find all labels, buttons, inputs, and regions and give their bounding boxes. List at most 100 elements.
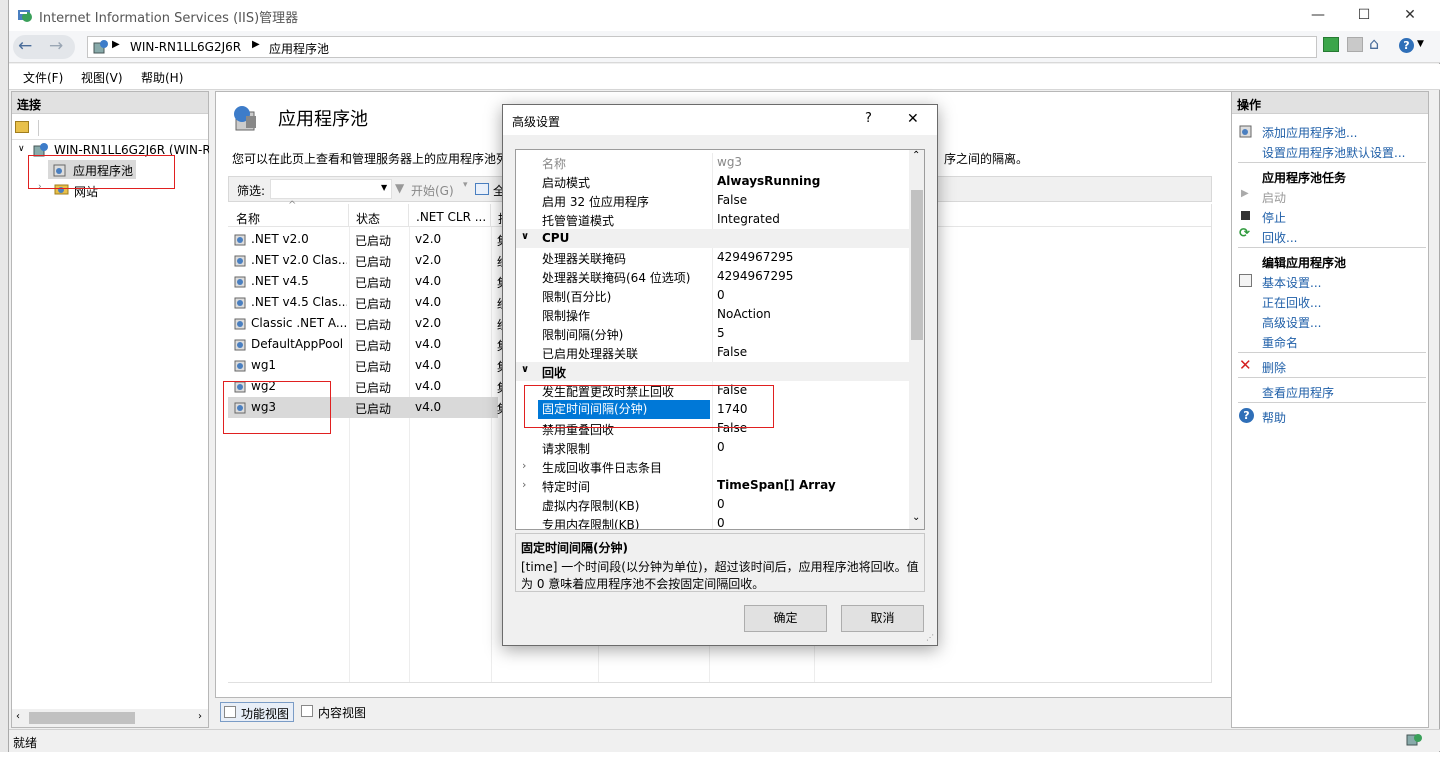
table-row[interactable]: Classic .NET A...已启动v2.0经: [228, 313, 509, 334]
description-line-2: 为 0 意味着应用程序池不会按固定间隔回收。: [521, 577, 765, 591]
ok-button[interactable]: 确定: [744, 605, 827, 632]
scroll-up-icon[interactable]: ⌃: [912, 150, 920, 161]
property-row[interactable]: 名称 wg3: [516, 153, 910, 172]
rename-link[interactable]: 重命名: [1262, 334, 1298, 351]
property-row[interactable]: 专用内存限制(KB) 0: [516, 514, 910, 530]
filter-input[interactable]: ▼: [270, 179, 392, 199]
property-row[interactable]: 请求限制 0: [516, 438, 910, 457]
property-row[interactable]: 虚拟内存限制(KB) 0: [516, 495, 910, 514]
table-row[interactable]: DefaultAppPool已启动v4.0集: [228, 334, 509, 355]
column-name[interactable]: 名称: [236, 210, 260, 227]
cancel-button[interactable]: 取消: [841, 605, 924, 632]
menu-view[interactable]: 视图(V): [81, 69, 123, 86]
delete-link[interactable]: 删除: [1262, 359, 1286, 376]
property-value: TimeSpan[] Array: [717, 478, 836, 492]
breadcrumb-server[interactable]: WIN-RN1LL6G2J6R: [130, 40, 241, 54]
table-row[interactable]: .NET v4.5已启动v4.0集: [228, 271, 509, 292]
pool-name: .NET v2.0 Clas...: [251, 253, 347, 267]
menu-file[interactable]: 文件(F): [23, 69, 63, 86]
property-row[interactable]: 启用 32 位应用程序 False: [516, 191, 910, 210]
menu-help[interactable]: 帮助(H): [141, 69, 183, 86]
property-row[interactable]: › 生成回收事件日志条目: [516, 457, 910, 476]
show-all-icon[interactable]: [475, 183, 489, 195]
recycle-link[interactable]: 回收...: [1262, 229, 1297, 246]
property-row[interactable]: 限制(百分比) 0: [516, 286, 910, 305]
minimize-button[interactable]: —: [1295, 0, 1341, 31]
stop-link[interactable]: 停止: [1262, 209, 1286, 226]
chevron-down-icon[interactable]: ▼: [1417, 39, 1424, 49]
pool-clr: v2.0: [415, 253, 442, 267]
help-link[interactable]: 帮助: [1262, 409, 1286, 426]
property-category[interactable]: ∨ CPU: [516, 229, 910, 248]
scroll-thumb[interactable]: [29, 712, 135, 724]
connect-icon[interactable]: [15, 121, 29, 133]
maximize-button[interactable]: ☐: [1341, 0, 1387, 31]
connections-header: 连接: [12, 92, 208, 114]
advanced-settings-link[interactable]: 高级设置...: [1262, 314, 1321, 331]
property-value: 0: [717, 497, 725, 511]
stop-icon[interactable]: [1347, 37, 1363, 52]
pool-name: .NET v2.0: [251, 232, 309, 246]
tab-content-label: 内容视图: [318, 706, 367, 720]
breadcrumb[interactable]: ▶ WIN-RN1LL6G2J6R ▶ 应用程序池: [87, 36, 1317, 58]
app-pool-icon: [234, 318, 246, 330]
recycling-link[interactable]: 正在回收...: [1262, 294, 1321, 311]
property-row[interactable]: 处理器关联掩码(64 位选项) 4294967295: [516, 267, 910, 286]
property-row[interactable]: 已启用处理器关联 False: [516, 343, 910, 362]
dialog-close-button[interactable]: ✕: [907, 111, 919, 127]
help-icon[interactable]: ?: [1399, 38, 1414, 53]
table-row[interactable]: wg1已启动v4.0集: [228, 355, 509, 376]
property-row[interactable]: 限制间隔(分钟) 5: [516, 324, 910, 343]
dialog-help-button[interactable]: ?: [865, 111, 872, 126]
table-row[interactable]: .NET v2.0已启动v2.0集: [228, 229, 509, 250]
table-row[interactable]: .NET v4.5 Clas...已启动v4.0经: [228, 292, 509, 313]
pool-clr: v4.0: [415, 274, 442, 288]
tab-content-view[interactable]: 内容视图: [298, 702, 372, 722]
property-category[interactable]: ∨ 回收: [516, 362, 910, 381]
toolbar-divider: [38, 120, 39, 136]
chevron-down-icon[interactable]: ▾: [463, 180, 468, 190]
chevron-down-icon[interactable]: ▼: [381, 183, 387, 192]
forward-arrow-icon[interactable]: →: [49, 36, 63, 56]
refresh-icon[interactable]: [1323, 37, 1339, 52]
set-defaults-link[interactable]: 设置应用程序池默认设置...: [1262, 144, 1405, 161]
resize-grip-icon[interactable]: ⋰: [926, 633, 934, 642]
status-bar: 就绪: [9, 729, 1440, 751]
chevron-down-icon[interactable]: ∨: [521, 231, 529, 242]
chevron-right-icon[interactable]: ›: [522, 478, 526, 491]
view-apps-link[interactable]: 查看应用程序: [1262, 384, 1334, 401]
column-clr[interactable]: .NET CLR ...: [416, 210, 486, 224]
property-value: 0: [717, 516, 725, 530]
tab-features-view[interactable]: 功能视图: [220, 702, 294, 722]
property-value: False: [717, 193, 748, 207]
start-filter-button[interactable]: 开始(G): [411, 182, 454, 199]
scroll-left-icon[interactable]: ‹: [16, 711, 20, 722]
chevron-down-icon[interactable]: ∨: [521, 364, 529, 375]
breadcrumb-pools[interactable]: 应用程序池: [269, 40, 329, 57]
property-row[interactable]: 托管管道模式 Integrated: [516, 210, 910, 229]
scroll-thumb[interactable]: [911, 190, 923, 340]
chevron-down-icon[interactable]: ∨: [18, 144, 25, 154]
chevron-right-icon[interactable]: ›: [522, 459, 526, 472]
pool-name: .NET v4.5: [251, 274, 309, 288]
property-row[interactable]: › 特定时间 TimeSpan[] Array: [516, 476, 910, 495]
scroll-down-icon[interactable]: ⌄: [912, 512, 920, 523]
table-row[interactable]: .NET v2.0 Clas...已启动v2.0经: [228, 250, 509, 271]
back-arrow-icon[interactable]: ←: [18, 36, 32, 56]
property-row[interactable]: 限制操作 NoAction: [516, 305, 910, 324]
connections-toolbar: [12, 116, 208, 140]
home-icon[interactable]: ⌂: [1369, 34, 1379, 53]
basic-settings-link[interactable]: 基本设置...: [1262, 274, 1321, 291]
property-row[interactable]: 启动模式 AlwaysRunning: [516, 172, 910, 191]
column-divider: [712, 514, 713, 529]
connections-scrollbar[interactable]: ‹ ›: [12, 709, 208, 727]
column-status[interactable]: 状态: [356, 210, 380, 227]
scroll-right-icon[interactable]: ›: [198, 711, 202, 722]
pool-clr: v4.0: [415, 379, 442, 393]
add-pool-link[interactable]: 添加应用程序池...: [1262, 124, 1357, 141]
start-link[interactable]: 启动: [1262, 189, 1286, 206]
property-row[interactable]: 处理器关联掩码 4294967295: [516, 248, 910, 267]
property-scrollbar[interactable]: ⌃ ⌄: [909, 150, 924, 529]
filter-funnel-icon[interactable]: ▼: [395, 181, 404, 195]
close-window-button[interactable]: ✕: [1387, 0, 1433, 31]
